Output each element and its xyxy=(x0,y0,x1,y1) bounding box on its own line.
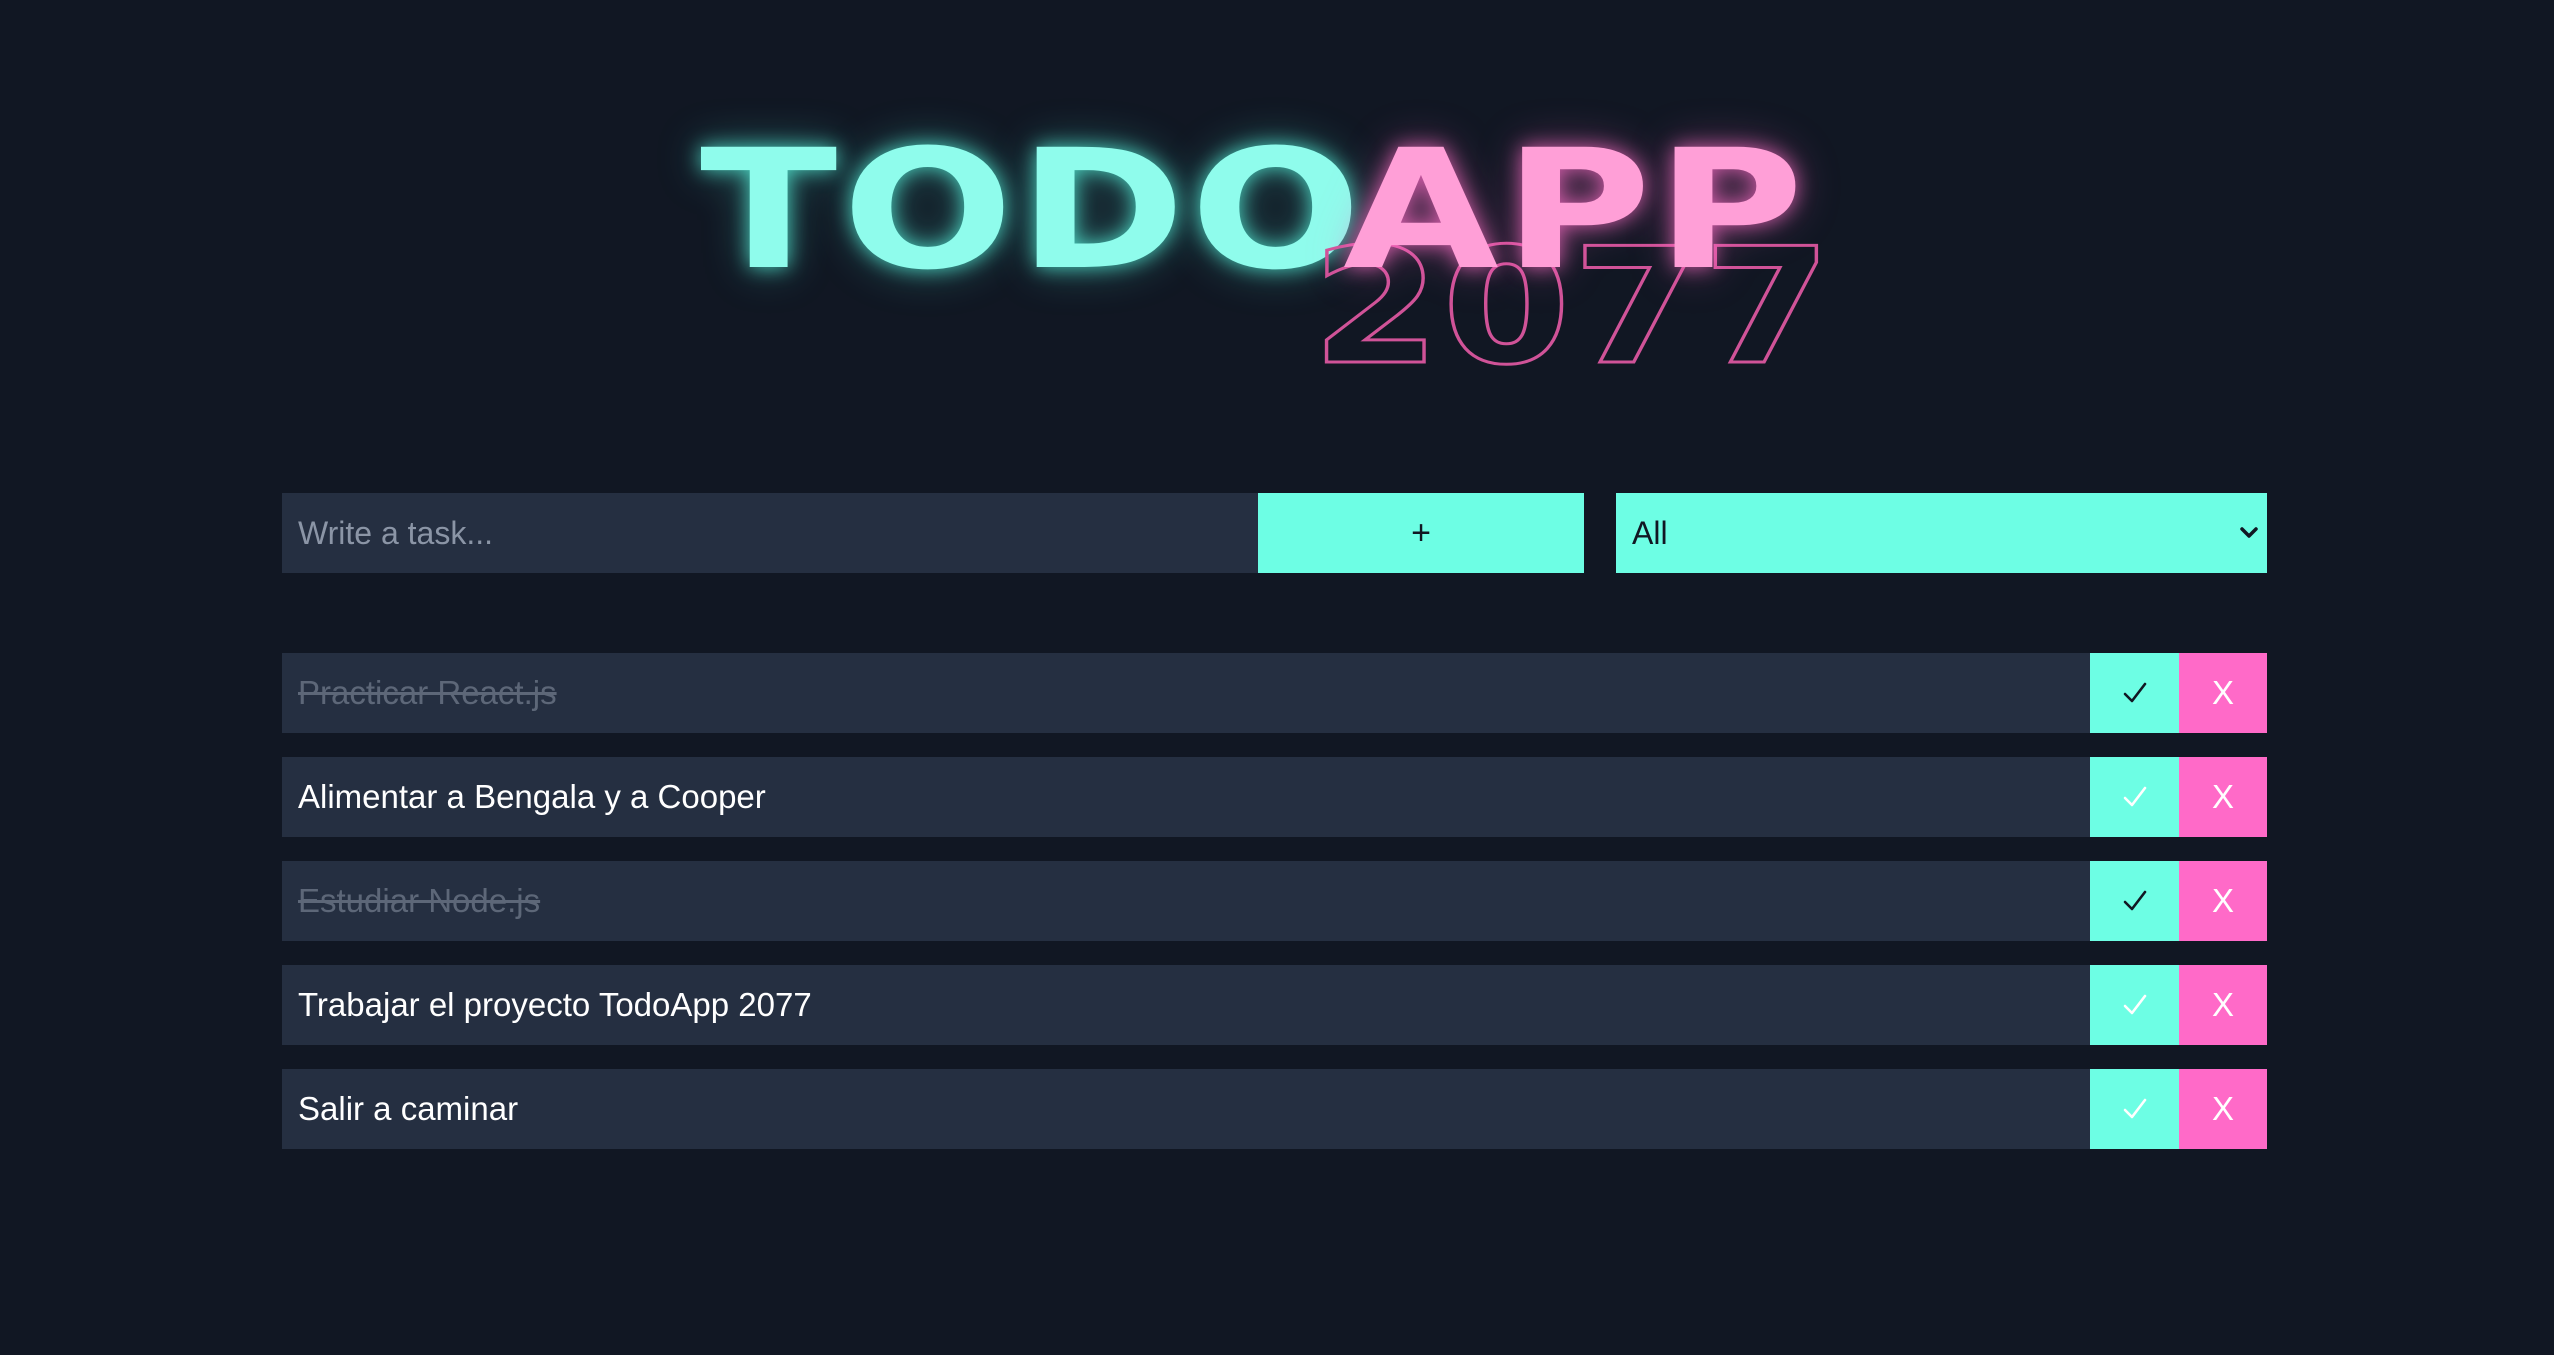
chevron-down-icon xyxy=(2240,527,2258,538)
task-item: Estudiar Node.js X xyxy=(282,861,2267,941)
complete-task-button[interactable] xyxy=(2090,861,2179,941)
add-task-button[interactable]: + xyxy=(1258,493,1584,573)
check-icon xyxy=(2123,994,2147,1015)
close-icon: X xyxy=(2211,778,2234,815)
filter-select[interactable]: All xyxy=(1616,493,2267,573)
task-text: Trabajar el proyecto TodoApp 2077 xyxy=(298,986,812,1023)
delete-task-button[interactable]: X xyxy=(2179,861,2267,941)
complete-task-button[interactable] xyxy=(2090,965,2179,1045)
check-icon xyxy=(2123,890,2147,911)
check-icon xyxy=(2123,682,2147,703)
delete-task-button[interactable]: X xyxy=(2179,1069,2267,1149)
complete-task-button[interactable] xyxy=(2090,1069,2179,1149)
task-item: Alimentar a Bengala y a Cooper X xyxy=(282,757,2267,837)
app-logo: TODO 2077 APP xyxy=(0,0,2554,400)
task-item: Trabajar el proyecto TodoApp 2077 X xyxy=(282,965,2267,1045)
delete-task-button[interactable]: X xyxy=(2179,965,2267,1045)
task-text: Salir a caminar xyxy=(298,1090,519,1127)
check-icon xyxy=(2123,1098,2147,1119)
task-text: Practicar React.js xyxy=(298,674,557,711)
task-item: Salir a caminar X xyxy=(282,1069,2267,1149)
task-text: Alimentar a Bengala y a Cooper xyxy=(298,778,766,815)
check-icon xyxy=(2123,786,2147,807)
close-icon: X xyxy=(2211,986,2234,1023)
close-icon: X xyxy=(2211,882,2234,919)
close-icon: X xyxy=(2211,674,2234,711)
logo-todo-text: TODO xyxy=(700,114,1367,306)
logo-app-text: APP xyxy=(1343,114,1809,306)
add-task-form: + All xyxy=(282,493,2267,573)
complete-task-button[interactable] xyxy=(2090,757,2179,837)
delete-task-button[interactable]: X xyxy=(2179,653,2267,733)
filter-selected-value: All xyxy=(1632,515,1668,551)
complete-task-button[interactable] xyxy=(2090,653,2179,733)
delete-task-button[interactable]: X xyxy=(2179,757,2267,837)
close-icon: X xyxy=(2211,1090,2234,1127)
task-text: Estudiar Node.js xyxy=(298,882,541,919)
task-item: Practicar React.js X xyxy=(282,653,2267,733)
task-list: Practicar React.js X Alimentar a Bengala… xyxy=(282,653,2267,1173)
task-input[interactable] xyxy=(282,493,1258,573)
